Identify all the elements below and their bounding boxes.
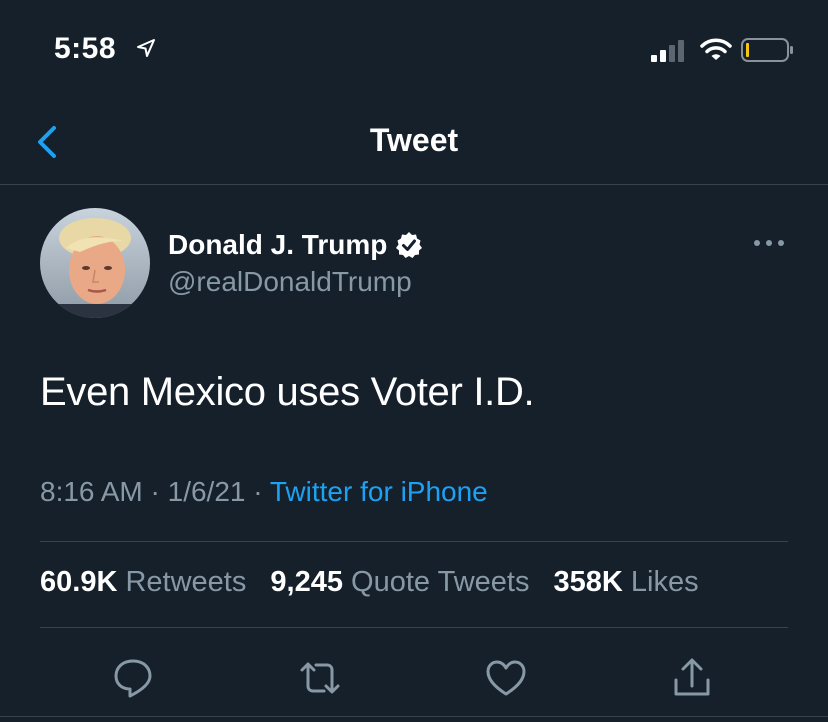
divider bbox=[40, 627, 788, 628]
like-icon[interactable] bbox=[484, 656, 528, 700]
verified-badge-icon bbox=[396, 232, 423, 258]
retweets-label: Retweets bbox=[125, 566, 247, 598]
status-time: 5:58 bbox=[54, 32, 117, 65]
avatar[interactable] bbox=[40, 208, 150, 318]
share-icon[interactable] bbox=[670, 656, 714, 700]
more-options-icon[interactable] bbox=[752, 232, 786, 254]
retweet-icon[interactable] bbox=[298, 656, 342, 700]
tweet-metadata: 8:16 AM · 1/6/21 · Twitter for iPhone bbox=[40, 476, 488, 508]
meta-separator: · bbox=[253, 476, 263, 507]
tweet-actions bbox=[0, 650, 828, 700]
author-handle[interactable]: @realDonaldTrump bbox=[168, 266, 412, 298]
location-arrow-icon bbox=[137, 39, 155, 57]
meta-separator: · bbox=[150, 476, 160, 507]
tweet-date: 1/6/21 bbox=[167, 476, 246, 507]
tweet-source-link[interactable]: Twitter for iPhone bbox=[270, 476, 488, 507]
author-name-row: Donald J. Trump bbox=[168, 226, 423, 264]
tweet-time: 8:16 AM bbox=[40, 476, 143, 507]
engagement-stats: 60.9K Retweets 9,245 Quote Tweets 358K L… bbox=[40, 566, 715, 599]
cellular-signal-icon bbox=[651, 40, 684, 62]
author-name[interactable]: Donald J. Trump bbox=[168, 229, 387, 261]
retweets-stat[interactable]: 60.9K Retweets bbox=[40, 566, 270, 598]
likes-label: Likes bbox=[630, 566, 699, 598]
page-title: Tweet bbox=[369, 122, 459, 158]
divider bbox=[40, 541, 788, 542]
bottom-divider bbox=[0, 716, 828, 717]
quote-tweets-stat[interactable]: 9,245 Quote Tweets bbox=[270, 566, 553, 598]
reply-icon[interactable] bbox=[111, 656, 155, 700]
tweet-text: Even Mexico uses Voter I.D. bbox=[40, 370, 535, 414]
nav-bar: Tweet bbox=[0, 100, 828, 185]
likes-count: 358K bbox=[553, 566, 623, 598]
status-bar: 5:58 bbox=[0, 0, 828, 100]
battery-icon bbox=[741, 38, 793, 62]
quote-tweets-label: Quote Tweets bbox=[351, 566, 530, 598]
likes-stat[interactable]: 358K Likes bbox=[554, 566, 715, 598]
retweets-count: 60.9K bbox=[40, 566, 118, 598]
wifi-icon bbox=[700, 38, 732, 60]
quote-tweets-count: 9,245 bbox=[270, 566, 343, 598]
